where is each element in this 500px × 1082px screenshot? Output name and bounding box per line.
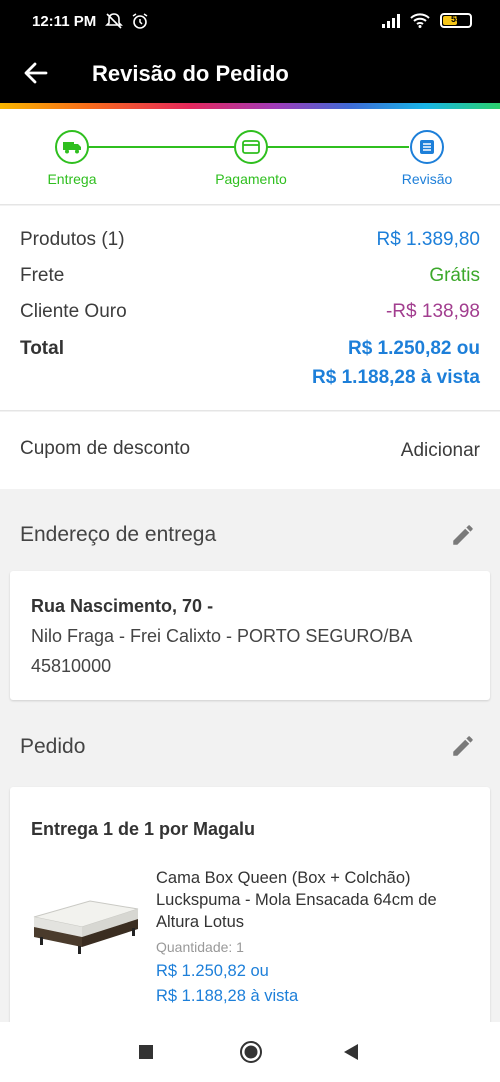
checkout-stepper: Entrega Pagamento Revisão [0, 109, 500, 205]
address-street: Rua Nascimento, 70 - [31, 596, 214, 616]
step-entrega[interactable]: Entrega [12, 130, 132, 187]
system-navigation-bar [0, 1022, 500, 1082]
shipping-label: Frete [20, 265, 65, 286]
address-card: Rua Nascimento, 70 - Nilo Fraga - Frei C… [10, 571, 490, 700]
shipping-value: Grátis [429, 265, 480, 286]
battery-icon: 55 [440, 13, 472, 28]
order-card: Entrega 1 de 1 por Magalu Cama Box Queen… [10, 787, 490, 1037]
total-label: Total [20, 338, 64, 359]
total-cash-value: R$ 1.188,28 à vista [312, 367, 480, 388]
product-quantity: Quantidade: 1 [156, 939, 244, 955]
address-district: Nilo Fraga - Frei Calixto - PORTO SEGURO… [31, 626, 413, 646]
coupon-row[interactable]: Cupom de desconto Adicionar [0, 412, 500, 489]
battery-level: 55 [450, 14, 461, 24]
home-circle-icon[interactable] [239, 1040, 263, 1064]
address-section-title: Endereço de entrega [20, 523, 217, 546]
credit-card-icon [242, 140, 260, 154]
truck-icon [63, 142, 81, 154]
order-section-title: Pedido [20, 735, 86, 758]
alarm-icon [132, 13, 148, 29]
app-bar: Revisão do Pedido [0, 45, 500, 103]
products-label: Produtos (1) [20, 229, 125, 250]
product-price: R$ 1.250,82 ou [156, 962, 269, 980]
page-title: Revisão do Pedido [92, 61, 289, 86]
back-arrow-icon[interactable] [22, 59, 50, 87]
step-label: Revisão [401, 171, 453, 187]
products-value: R$ 1.389,80 [376, 229, 480, 250]
edit-order-pencil-icon[interactable] [450, 733, 476, 759]
delivery-heading: Entrega 1 de 1 por Magalu [31, 819, 256, 839]
order-summary: Produtos (1) R$ 1.389,80 Frete Grátis Cl… [0, 206, 500, 411]
gold-client-discount: -R$ 138,98 [385, 301, 480, 322]
wifi-icon [410, 13, 430, 28]
address-zip: 45810000 [31, 656, 112, 676]
gold-client-label: Cliente Ouro [20, 301, 127, 322]
status-bar: 12:11 PM 55 [0, 0, 500, 45]
product-image-bed [33, 900, 139, 954]
coupon-label: Cupom de desconto [20, 438, 191, 459]
recent-apps-square-icon[interactable] [138, 1044, 154, 1060]
list-document-icon [420, 140, 434, 154]
product-name: Cama Box Queen (Box + Colchão) Luckspuma… [156, 869, 437, 931]
status-time: 12:11 PM [32, 13, 97, 30]
signal-icon [382, 13, 400, 28]
total-value: R$ 1.250,82 ou [347, 338, 480, 359]
bell-off-icon [105, 13, 123, 29]
step-revisao[interactable]: Revisão [367, 130, 487, 187]
step-label: Entrega [47, 171, 97, 187]
step-label: Pagamento [215, 171, 287, 187]
product-price-cash: R$ 1.188,28 à vista [156, 987, 299, 1005]
add-coupon-button[interactable]: Adicionar [401, 440, 480, 462]
edit-address-pencil-icon[interactable] [450, 522, 476, 548]
back-triangle-icon[interactable] [343, 1043, 359, 1061]
step-pagamento[interactable]: Pagamento [191, 130, 311, 187]
